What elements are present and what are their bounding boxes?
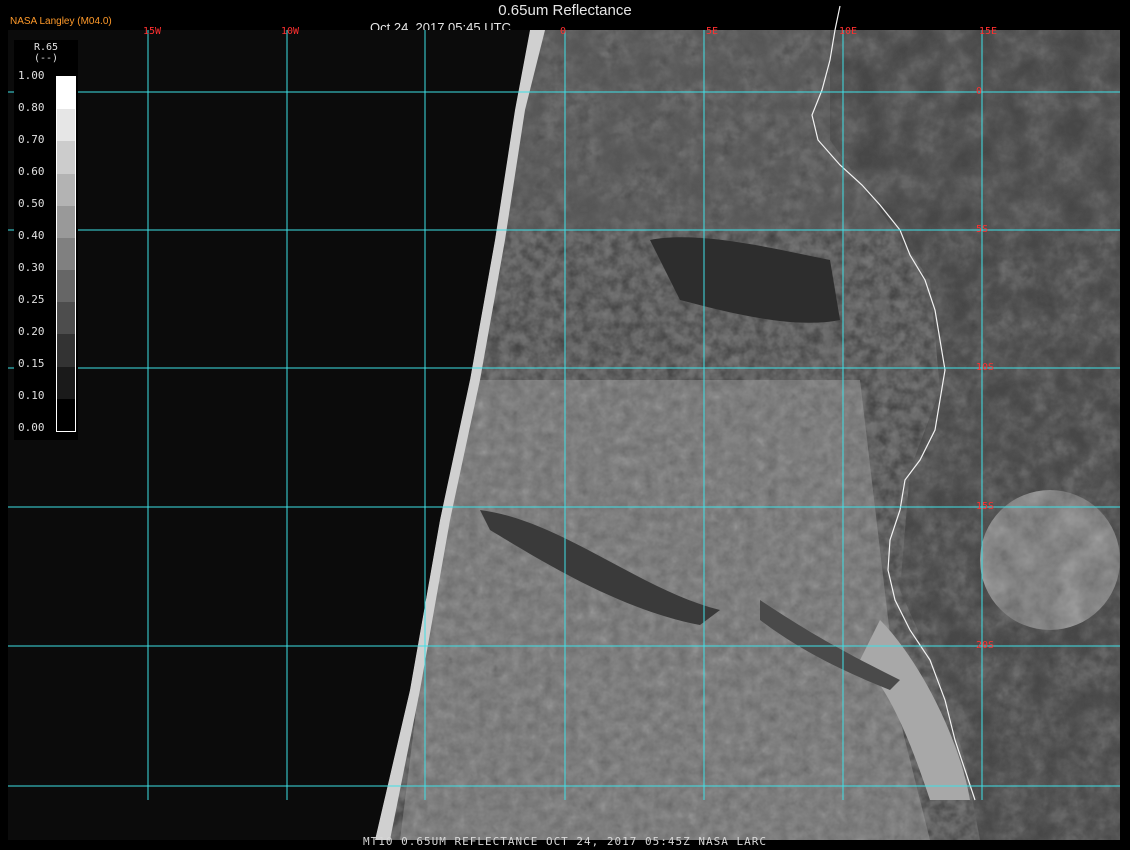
legend-tick-label: 0.30 [18,261,45,274]
satellite-image-viewer: NASA Langley (M04.0) 0.65um Reflectance … [0,0,1130,850]
legend-tick-label: 0.50 [18,197,45,210]
legend-swatch [57,270,75,303]
legend-tick-label: 0.40 [18,229,45,242]
legend-swatch [57,302,75,335]
legend-tick-label: 0.00 [18,421,45,434]
legend-tick-label: 0.10 [18,389,45,402]
legend-tick-label: 0.60 [18,165,45,178]
latitude-label: 15S [976,501,994,512]
legend-title: R.65 (--) [14,42,78,64]
longitude-label: 0 [560,26,566,37]
legend-tick-label: 0.25 [18,293,45,306]
longitude-label: 10W [281,26,300,37]
latitude-label: 0 [976,86,982,97]
legend-swatch [57,334,75,368]
legend-colorbar [56,76,76,432]
legend-swatch [57,366,75,400]
latitude-label: 5S [976,224,988,235]
color-legend: R.65 (--) 1.00 0.80 0.70 0.60 0.50 0.40 0.30 0.… [14,40,78,440]
legend-unit: (--) [33,53,59,64]
legend-tick-label: 1.00 [18,69,45,82]
legend-swatch [57,141,75,175]
longitude-label: 15E [979,26,997,37]
legend-swatch [57,205,75,239]
latitude-label: 20S [976,640,994,651]
legend-swatch [57,173,75,207]
satellite-imagery: 15W 10W 0 5E 10E 15E 0 5S 10S 15S 20S [8,5,1120,840]
legend-tick-label: 0.70 [18,133,45,146]
legend-swatch [57,237,75,271]
legend-variable: R.65 [33,42,59,53]
footer-caption: MT10 0.65UM REFLECTANCE OCT 24, 2017 05:… [363,835,767,848]
legend-swatch [57,398,75,432]
legend-tick-label: 0.15 [18,357,45,370]
legend-tick-label: 0.80 [18,101,45,114]
longitude-label: 10E [839,26,857,37]
legend-swatch [57,109,75,142]
longitude-label: 15W [143,26,162,37]
earth-disk [375,30,1120,840]
longitude-label: 5E [706,26,718,37]
legend-swatch [57,77,75,110]
legend-tick-label: 0.20 [18,325,45,338]
latitude-label: 10S [976,362,994,373]
